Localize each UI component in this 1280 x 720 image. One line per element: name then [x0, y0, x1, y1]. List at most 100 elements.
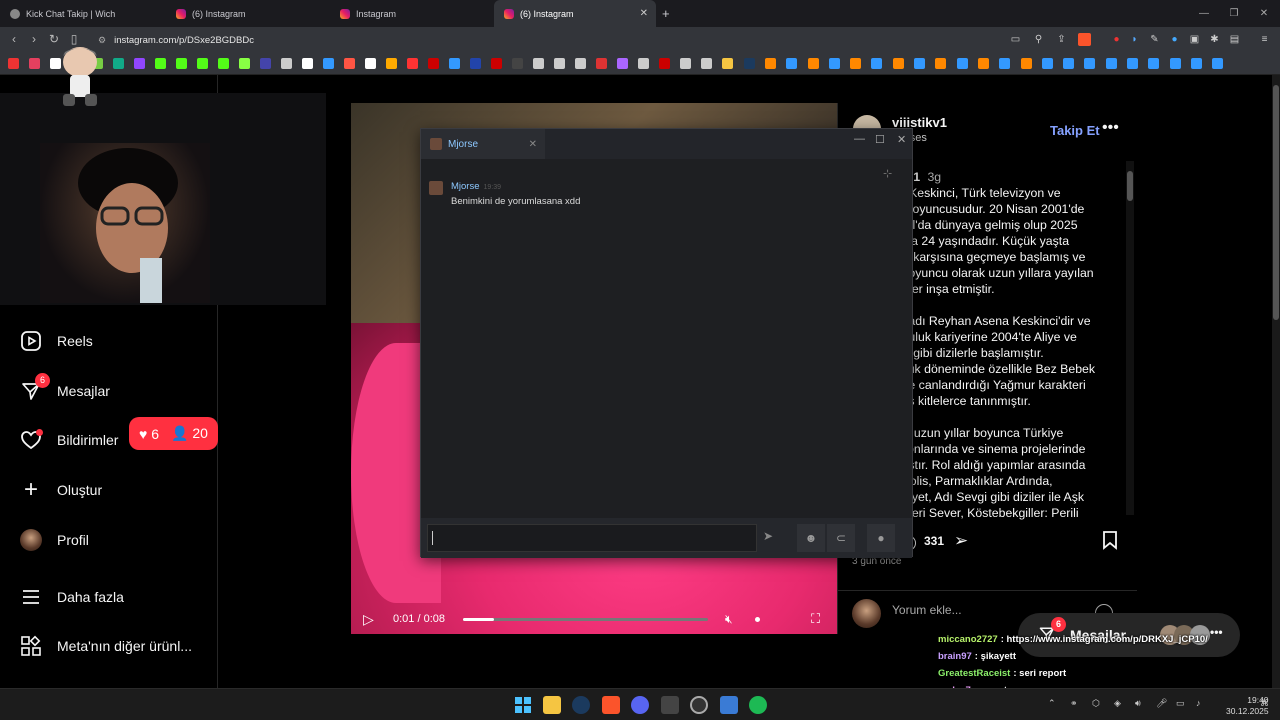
bookmark-favicon-icon[interactable]	[428, 58, 439, 69]
microphone-icon[interactable]: 🎤︎	[1156, 698, 1167, 709]
tray-icon[interactable]: ◈	[1114, 698, 1121, 709]
zoom-icon[interactable]: ⚲	[1032, 33, 1045, 46]
maximize-icon[interactable]: ☐	[875, 133, 885, 146]
bookmark-favicon-icon[interactable]	[638, 58, 649, 69]
obs-icon[interactable]	[690, 696, 708, 714]
sidebar-item-messages[interactable]: 6 Mesajlar	[20, 373, 110, 402]
tray-icon[interactable]: ⚭	[1070, 698, 1078, 709]
brave-shields-icon[interactable]	[1078, 33, 1091, 46]
back-icon[interactable]: ‹	[6, 32, 22, 46]
bookmark-favicon-icon[interactable]	[596, 58, 607, 69]
bookmark-favicon-icon[interactable]	[617, 58, 628, 69]
bookmark-favicon-icon[interactable]	[260, 58, 271, 69]
add-friend-icon[interactable]: ⊹	[883, 167, 892, 180]
bookmark-favicon-icon[interactable]	[871, 58, 883, 69]
bookmark-favicon-icon[interactable]	[850, 58, 862, 69]
save-icon[interactable]	[1102, 530, 1118, 555]
fullscreen-icon[interactable]: ⛶	[811, 611, 820, 627]
chat-input[interactable]	[427, 524, 757, 552]
start-icon[interactable]	[514, 696, 532, 714]
volume-knob[interactable]	[755, 617, 760, 622]
volume-icon[interactable]: 🔊︎	[1135, 698, 1141, 709]
forward-icon[interactable]: ›	[26, 32, 42, 46]
attach-icon[interactable]: ⊂	[827, 524, 855, 552]
bookmark-favicon-icon[interactable]	[701, 58, 712, 69]
bookmark-favicon-icon[interactable]	[659, 58, 670, 69]
emoticon-icon[interactable]: ☻	[797, 524, 825, 552]
new-tab-button[interactable]: +	[662, 0, 682, 27]
sidebar-item-create[interactable]: + Oluştur	[20, 476, 102, 503]
comment-input[interactable]: Yorum ekle...	[892, 603, 962, 617]
bookmark-favicon-icon[interactable]	[218, 58, 229, 69]
url-field[interactable]: ⚙ instagram.com/p/DSxe2BGDBDc	[92, 31, 1102, 49]
notification-pill[interactable]: ♥ 6 👤 20	[129, 417, 218, 450]
extension-icon[interactable]: ◗	[1128, 33, 1141, 46]
voice-icon[interactable]: ●	[867, 524, 895, 552]
bookmark-favicon-icon[interactable]	[977, 58, 989, 69]
bookmark-favicon-icon[interactable]	[470, 58, 481, 69]
bookmark-favicon-icon[interactable]	[512, 58, 523, 69]
chat-tab[interactable]: Mjorse ✕	[421, 129, 545, 159]
bookmark-favicon-icon[interactable]	[1190, 58, 1202, 69]
page-scrollbar[interactable]	[1272, 75, 1280, 688]
bookmark-favicon-icon[interactable]	[176, 58, 187, 69]
bookmark-favicon-icon[interactable]	[1084, 58, 1096, 69]
bookmark-favicon-icon[interactable]	[786, 58, 798, 69]
app-icon[interactable]	[720, 696, 738, 714]
bookmark-favicon-icon[interactable]	[1212, 58, 1224, 69]
bookmark-favicon-icon[interactable]	[554, 58, 565, 69]
bookmark-favicon-icon[interactable]	[1148, 58, 1160, 69]
bookmark-favicon-icon[interactable]	[914, 58, 925, 69]
bookmark-favicon-icon[interactable]	[1041, 58, 1053, 69]
share-icon[interactable]: ➢	[954, 531, 968, 551]
tray-chevron-icon[interactable]: ⌃	[1048, 698, 1056, 709]
sidebar-item-reels[interactable]: Reels	[20, 330, 93, 352]
bookmark-favicon-icon[interactable]	[722, 58, 734, 69]
share-icon[interactable]: ⇪	[1055, 33, 1068, 46]
bookmark-favicon-icon[interactable]	[407, 58, 418, 69]
bookmark-favicon-icon[interactable]	[302, 58, 313, 69]
extension-icon[interactable]: ✎	[1148, 33, 1161, 46]
notification-icon[interactable]: ⌘	[1260, 698, 1269, 709]
file-explorer-icon[interactable]	[543, 696, 561, 714]
tray-icon[interactable]: ⬡	[1092, 698, 1100, 709]
more-options-icon[interactable]: •••	[1102, 119, 1119, 137]
bookmark-favicon-icon[interactable]	[1020, 58, 1032, 69]
bookmark-favicon-icon[interactable]	[807, 58, 819, 69]
tab-instagram-active[interactable]: (6) Instagram ✕	[494, 0, 656, 27]
close-tab-icon[interactable]: ✕	[640, 8, 648, 19]
bookmark-favicon-icon[interactable]	[743, 58, 755, 69]
tab-instagram-1[interactable]: (6) Instagram	[166, 0, 326, 27]
caption-scrollbar[interactable]	[1126, 161, 1134, 515]
sidebar-item-meta-apps[interactable]: Meta'nın diğer ürünl...	[20, 635, 192, 657]
bookmark-favicon-icon[interactable]	[1169, 58, 1181, 69]
cast-icon[interactable]: ▭	[1009, 33, 1022, 46]
bookmark-favicon-icon[interactable]	[764, 58, 776, 69]
bookmark-favicon-icon[interactable]	[680, 58, 691, 69]
bookmark-favicon-icon[interactable]	[1063, 58, 1075, 69]
video-progress-bar[interactable]	[463, 618, 708, 621]
bookmark-favicon-icon[interactable]	[491, 58, 502, 69]
bookmark-favicon-icon[interactable]	[1127, 58, 1138, 69]
bookmark-favicon-icon[interactable]	[386, 58, 397, 69]
bookmark-favicon-icon[interactable]	[575, 58, 586, 69]
discord-icon[interactable]	[631, 696, 649, 714]
network-icon[interactable]: ▭	[1176, 698, 1185, 709]
follow-button[interactable]: Takip Et	[1050, 123, 1100, 138]
bookmark-favicon-icon[interactable]	[999, 58, 1011, 69]
bookmark-favicon-icon[interactable]	[155, 58, 166, 69]
mute-icon[interactable]: 🔇︎	[725, 612, 733, 627]
spotify-icon[interactable]	[749, 696, 767, 714]
bookmark-favicon-icon[interactable]	[134, 58, 145, 69]
bookmark-favicon-icon[interactable]	[239, 58, 250, 69]
steam-icon[interactable]	[572, 696, 590, 714]
sidebar-item-notifications[interactable]: Bildirimler	[20, 429, 118, 451]
bookmark-favicon-icon[interactable]	[533, 58, 544, 69]
extension-icon[interactable]: ▣	[1188, 33, 1201, 46]
close-window-icon[interactable]: ✕	[1248, 0, 1280, 27]
bookmark-favicon-icon[interactable]	[365, 58, 376, 69]
brave-icon[interactable]	[602, 696, 620, 714]
sidebar-toggle-icon[interactable]: ▤	[1228, 33, 1241, 46]
sidebar-item-more[interactable]: Daha fazla	[20, 586, 124, 608]
tab-instagram-2[interactable]: Instagram	[330, 0, 490, 27]
